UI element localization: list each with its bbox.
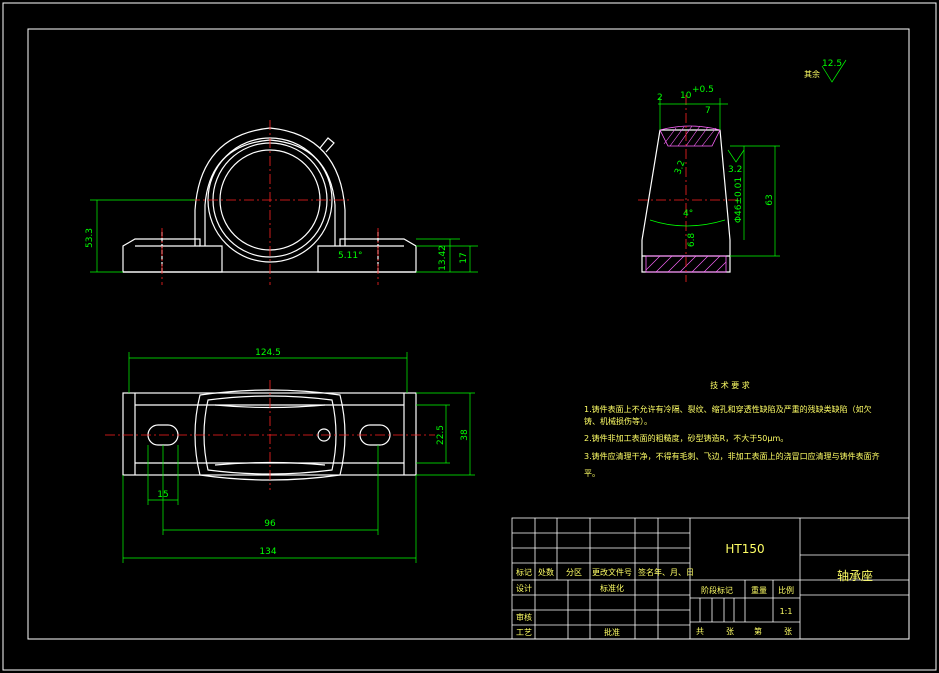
tb-scale-label: 比例 (778, 585, 794, 595)
dim-top-overall: 124.5 (255, 348, 281, 358)
tb-signature: 签名 (638, 567, 654, 577)
front-base-right (317, 238, 417, 273)
tech-requirements: 技 术 要 求 1.铸件表面上不允许有冷隔、裂纹、缩孔和穿透性缺陷及严重的残缺类… (584, 380, 880, 478)
tb-standardize: 标准化 (600, 583, 624, 593)
roughness-note-value: 12.5 (822, 59, 842, 69)
tb-review: 审核 (516, 612, 532, 622)
title-block: HT150 轴承座 标记 处数 分区 更改文件号 签名 年、月、日 设计 标准化… (511, 517, 910, 640)
roughness-note-label: 其余 (804, 69, 820, 79)
tb-stage-mark: 阶段标记 (701, 585, 733, 595)
dim-foot-height: 17 (459, 252, 469, 263)
tb-date: 年、月、日 (654, 567, 694, 577)
front-base-left (122, 238, 223, 273)
dim-hole-spacing: 96 (264, 519, 276, 529)
dim-front-height: 53.3 (85, 228, 95, 248)
top-view: 124.5 134 96 15 22.5 38 (105, 348, 475, 563)
material-label: HT150 (725, 542, 764, 556)
tb-sheets: 张 (726, 627, 734, 636)
tech-item-3: 3.铸件应清理干净，不得有毛刺、飞边，非加工表面上的浇冒口应清理与铸件表面齐 (584, 451, 880, 461)
tech-item-1: 1.铸件表面上不允许有冷隔、裂纹、缩孔和穿透性缺陷及严重的残缺类缺陷（如欠 (584, 404, 872, 414)
tb-count: 处数 (538, 567, 554, 577)
engineering-drawing: 53.3 13.42 17 5.11° 2 10 +0.5 7 63 Φ46±0… (2, 2, 937, 671)
tech-item-3b: 平。 (584, 469, 600, 478)
drawing-frame (27, 28, 910, 640)
side-view: 2 10 +0.5 7 63 Φ46±0.01 4° 6.8 3.2 3.2 (638, 85, 780, 282)
dim-top-inner-width: 22.5 (436, 425, 446, 445)
dim-side-2: 2 (657, 93, 663, 103)
tech-item-2: 2.铸件非加工表面的粗糙度，砂型铸造R，不大于50μm。 (584, 433, 788, 443)
tb-approve: 批准 (604, 627, 620, 637)
dim-bottom-overall: 134 (259, 547, 276, 557)
dim-side-7: 7 (705, 106, 711, 116)
tb-mark: 标记 (516, 567, 532, 577)
tech-title: 技 术 要 求 (710, 380, 750, 390)
dim-front-angle: 5.11° (338, 251, 363, 261)
tb-sheet-unit: 张 (784, 627, 792, 636)
outer-border (2, 2, 937, 671)
part-name: 轴承座 (837, 568, 873, 583)
dim-base-height: 13.42 (438, 245, 448, 271)
dim-side-bore: Φ46±0.01 (734, 177, 744, 223)
dim-side-tol: +0.5 (692, 85, 714, 95)
tb-design: 设计 (516, 583, 532, 593)
tb-total: 共 (696, 627, 704, 636)
tb-sheet-no: 第 (754, 626, 762, 636)
roughness-side-small: 3.2 (673, 159, 687, 176)
tb-scale: 1:1 (780, 607, 793, 616)
front-view: 53.3 13.42 17 5.11° (85, 120, 478, 285)
dim-slot-width: 15 (157, 490, 168, 500)
section-hatch-top (663, 125, 717, 147)
dim-top-outer-width: 38 (460, 429, 470, 441)
dim-side-angle: 4° (683, 209, 693, 219)
tb-change-doc: 更改文件号 (592, 567, 632, 577)
tb-weight: 重量 (751, 585, 767, 595)
tb-zone: 分区 (566, 568, 582, 577)
tb-process: 工艺 (516, 628, 532, 637)
dim-side-10: 10 (680, 91, 692, 101)
roughness-side-value: 3.2 (728, 165, 742, 175)
roughness-symbol-side (727, 149, 745, 163)
dim-side-height: 63 (765, 194, 775, 205)
dim-side-web: 6.8 (687, 233, 697, 248)
tech-item-1b: 铸、机械损伤等）。 (584, 416, 652, 426)
roughness-note: 其余 12.5 (804, 59, 847, 83)
